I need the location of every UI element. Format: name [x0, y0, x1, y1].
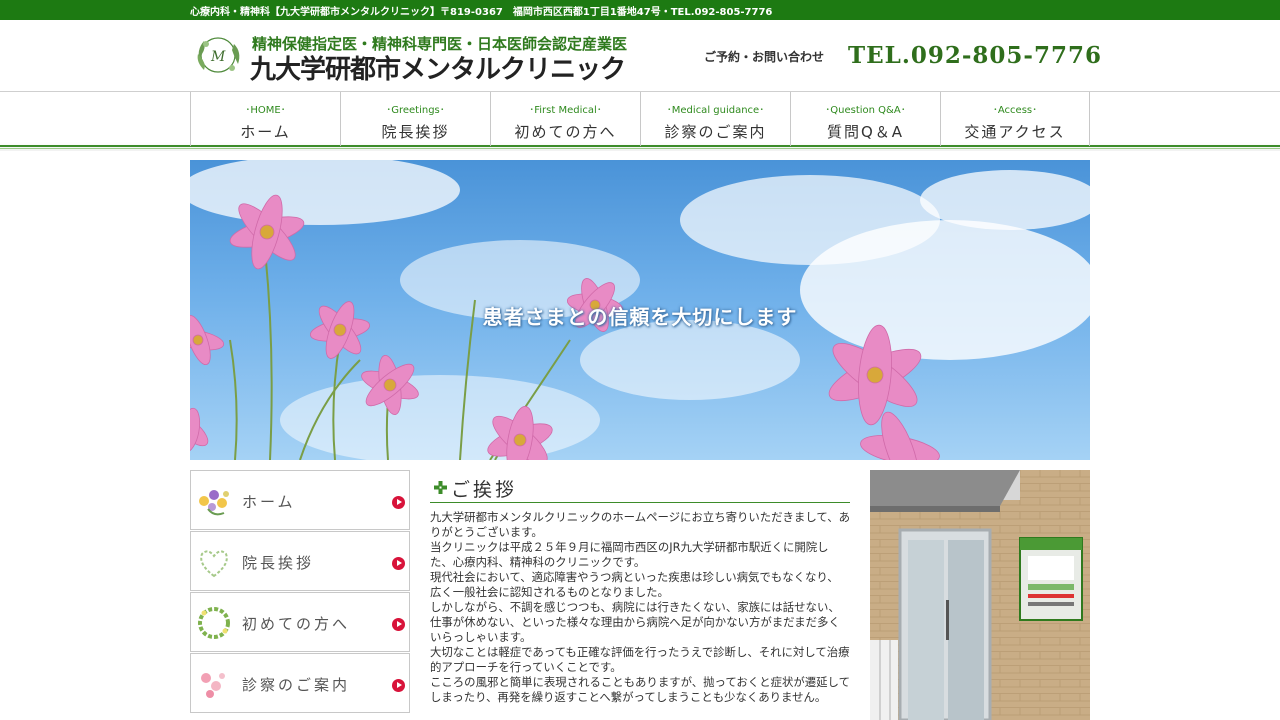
arrow-right-icon: [392, 496, 405, 509]
nav-item-jp-label: 交通アクセス: [964, 123, 1066, 141]
nav-item-first-medical[interactable]: ･First Medical･ 初めての方へ: [490, 92, 640, 146]
nav-item-jp-label: 診察のご案内: [664, 123, 767, 141]
greeting-header: ご挨拶: [430, 470, 850, 503]
arrow-right-icon: [392, 679, 405, 692]
sidebar-item-home[interactable]: ホーム: [190, 470, 410, 530]
greeting-paragraph: 現代社会において、適応障害やうつ病といった疾患は珍しい病気でもなくなり、広く一般…: [430, 570, 839, 599]
arrow-right-icon: [392, 618, 405, 631]
sidebar-item-label: 初めての方へ: [242, 615, 351, 633]
nav-item-en-label: ･First Medical･: [529, 105, 602, 116]
sidebar-item-label: ホーム: [242, 493, 296, 511]
sidebar-item-label: 診察のご案内: [242, 676, 351, 694]
nav-item-en-label: ･HOME･: [245, 105, 286, 116]
logo-title[interactable]: 九大学研都市メンタルクリニック: [250, 49, 626, 86]
contact-phone[interactable]: TEL.092-805-7776: [848, 42, 1102, 69]
nav-item-medical-guidance[interactable]: ･Medical guidance･ 診察のご案内: [640, 92, 790, 146]
nav-item-qa[interactable]: ･Question Q&A･ 質問Q＆A: [790, 92, 940, 146]
svg-text:M: M: [210, 49, 226, 65]
nav-item-jp-label: 院長挨拶: [381, 123, 450, 141]
clinic-address-text: 心療内科・精神科【九大学研都市メンタルクリニック】〒819-0367 福岡市西区…: [190, 7, 773, 18]
contact-label: ご予約・お問い合わせ: [704, 50, 825, 64]
greeting-body: 九大学研都市メンタルクリニックのホームページにお立ち寄りいただきまして、ありがと…: [430, 510, 850, 705]
nav-divider-line-light: [0, 148, 1280, 149]
greeting-paragraph: 九大学研都市メンタルクリニックのホームページにお立ち寄りいただきまして、ありがと…: [430, 510, 850, 539]
hero-title: 患者さまとの信頼を大切にします: [482, 305, 798, 329]
global-nav: ･HOME･ ホーム ･Greetings･ 院長挨拶 ･First Medic…: [190, 92, 1090, 146]
clinic-logo-icon[interactable]: M: [192, 32, 244, 78]
sidebar-menu: ホーム 院長挨拶 初めての方へ 診察のご案内: [190, 470, 412, 720]
nav-item-en-label: ･Access･: [992, 105, 1038, 116]
greeting-paragraph: 大切なことは軽症であっても正確な評価を行ったうえで診断し、それに対して治療的アプ…: [430, 645, 850, 674]
nav-item-en-label: ･Medical guidance･: [666, 105, 765, 116]
heart-wreath-icon: [200, 550, 228, 578]
greeting-title: ご挨拶: [451, 479, 518, 501]
sidebar-item-medical-guidance[interactable]: 診察のご案内: [190, 653, 410, 713]
sidebar-item-first-medical[interactable]: 初めての方へ: [190, 592, 410, 652]
flower-wreath-icon: [198, 607, 230, 639]
greeting-paragraph: しかしながら、不調を感じつつも、病院には行きたくない、家族には話せない、仕事が休…: [430, 600, 840, 644]
nav-item-jp-label: 質問Q＆A: [826, 123, 905, 141]
nav-item-jp-label: 初めての方へ: [514, 123, 617, 141]
hero-banner: 患者さまとの信頼を大切にします: [190, 160, 1090, 460]
top-info-bar: 心療内科・精神科【九大学研都市メンタルクリニック】〒819-0367 福岡市西区…: [0, 0, 1280, 20]
arrow-right-icon: [392, 557, 405, 570]
clinic-entrance-image: [870, 470, 1090, 720]
nav-item-en-label: ･Question Q&A･: [825, 105, 906, 116]
flower-bouquet-icon: [199, 490, 229, 516]
sidebar-item-label: 院長挨拶: [242, 554, 315, 572]
sidebar-item-greetings[interactable]: 院長挨拶: [190, 531, 410, 591]
nav-item-home[interactable]: ･HOME･ ホーム: [190, 92, 340, 146]
greeting-paragraph: 当クリニックは平成２５年９月に福岡市西区のJR九大学研都市駅近くに開院した、心療…: [430, 540, 829, 569]
nav-item-access[interactable]: ･Access･ 交通アクセス: [940, 92, 1090, 146]
nav-item-en-label: ･Greetings･: [386, 105, 445, 116]
greeting-paragraph: こころの風邪と簡単に表現されることもありますが、抛っておくと症状が遷延してしまっ…: [430, 675, 850, 704]
pink-flowers-icon: [201, 673, 225, 698]
green-cross-icon: [434, 481, 447, 494]
clinic-entrance-photo: [870, 470, 1090, 720]
nav-item-greetings[interactable]: ･Greetings･ 院長挨拶: [340, 92, 490, 146]
nav-item-jp-label: ホーム: [240, 123, 291, 141]
